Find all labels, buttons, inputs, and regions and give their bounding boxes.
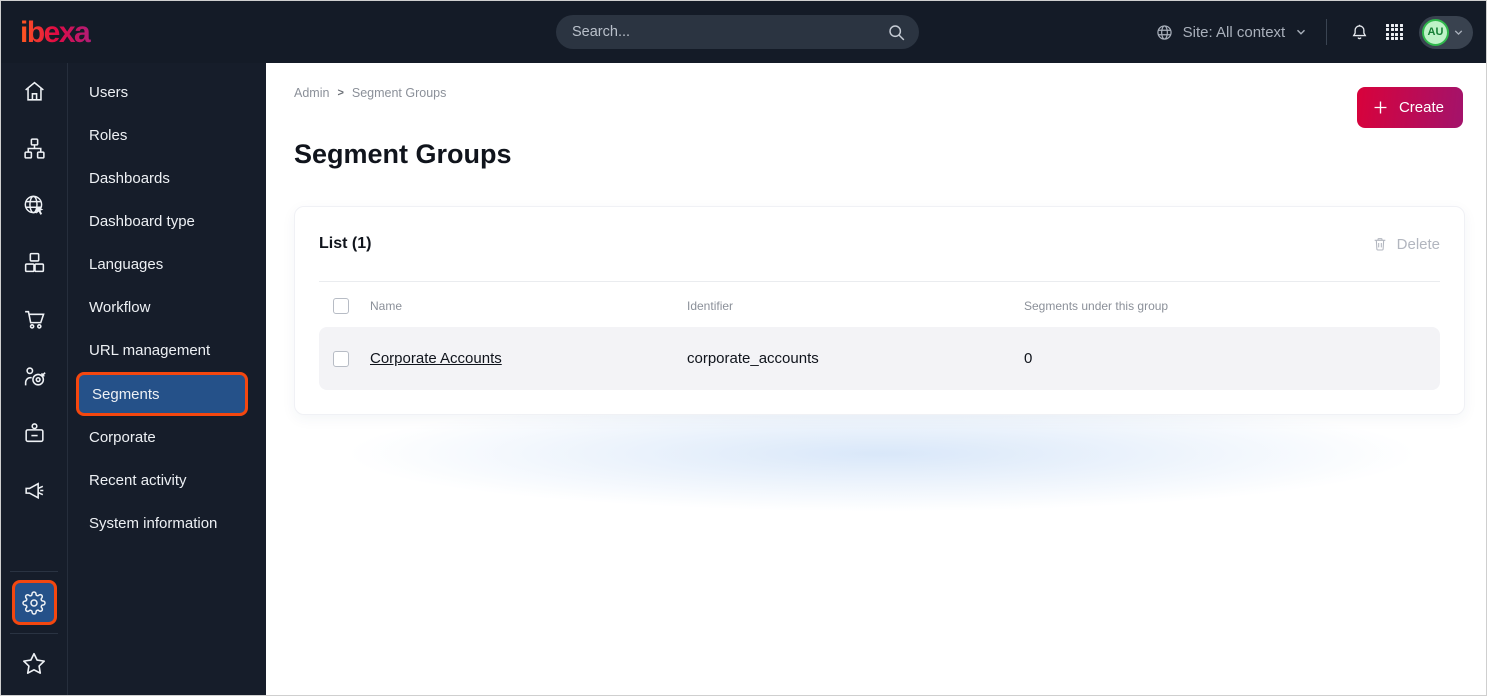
breadcrumb-admin[interactable]: Admin xyxy=(294,86,329,100)
menu-item-label: Languages xyxy=(89,256,164,273)
menu-item-label: Segments xyxy=(92,385,160,403)
topbar-divider xyxy=(1326,19,1328,45)
sidebar-item-content[interactable] xyxy=(1,120,67,177)
delete-button[interactable]: Delete xyxy=(1372,236,1440,253)
create-button[interactable]: Create xyxy=(1356,87,1463,128)
product-catalog-icon xyxy=(22,250,47,275)
sidebar-item-workflow[interactable]: Workflow xyxy=(68,286,266,329)
sidebar-item-personalization[interactable] xyxy=(1,348,67,405)
sidebar-item-customer-portal[interactable] xyxy=(1,405,67,462)
table-row: Corporate Accounts corporate_accounts 0 xyxy=(319,327,1440,390)
menu-item-label: Dashboards xyxy=(89,170,170,187)
search-input[interactable] xyxy=(556,15,919,49)
menu-item-label: Roles xyxy=(89,127,128,144)
topbar-right-controls: Site: All context AU xyxy=(1155,1,1473,63)
segment-groups-list-panel: List (1) Delete Name Identifier Segments… xyxy=(294,206,1465,415)
column-header-identifier: Identifier xyxy=(687,299,734,313)
site-context-selector[interactable]: Site: All context xyxy=(1155,23,1309,42)
ibexa-logo-icon: ibexa xyxy=(20,16,93,49)
content-structure-icon xyxy=(22,136,47,161)
sidebar-item-recent-activity[interactable]: Recent activity xyxy=(68,459,266,502)
sidebar-item-users[interactable]: Users xyxy=(68,71,266,114)
marketing-icon xyxy=(22,478,47,503)
settings-gear-icon xyxy=(22,590,46,615)
sidebar-item-languages[interactable]: Languages xyxy=(68,243,266,286)
sidebar-item-dashboards[interactable]: Dashboards xyxy=(68,157,266,200)
sidebar-item-segments-active[interactable]: Segments xyxy=(76,372,248,416)
admin-menu: Users Roles Dashboards Dashboard type La… xyxy=(68,63,266,695)
menu-item-label: Workflow xyxy=(89,299,151,316)
create-button-label: Create xyxy=(1398,99,1444,116)
menu-item-label: Recent activity xyxy=(89,472,187,489)
list-panel-header: List (1) Delete xyxy=(295,207,1464,281)
sidebar-item-corporate[interactable]: Corporate xyxy=(68,416,266,459)
sidebar-item-marketing[interactable] xyxy=(1,462,67,519)
menu-item-label: URL management xyxy=(89,342,211,359)
sidebar-item-bookmarks[interactable] xyxy=(21,641,47,687)
user-menu[interactable]: AU xyxy=(1419,15,1473,49)
notifications-bell-icon xyxy=(1349,22,1370,43)
icon-rail-bottom xyxy=(1,566,67,687)
rail-divider xyxy=(10,633,58,634)
chevron-down-icon xyxy=(1294,25,1308,39)
menu-item-label: Dashboard type xyxy=(89,213,195,230)
segment-group-name-link[interactable]: Corporate Accounts xyxy=(370,350,674,367)
personalization-icon xyxy=(22,364,47,389)
sidebar-item-system-information[interactable]: System information xyxy=(68,502,266,545)
breadcrumb-current: Segment Groups xyxy=(351,86,447,100)
sidebar-item-roles[interactable]: Roles xyxy=(68,114,266,157)
site-globe-icon xyxy=(1155,23,1174,42)
sidebar-item-dashboard[interactable] xyxy=(1,63,67,120)
row-checkbox[interactable] xyxy=(333,350,349,367)
site-management-icon xyxy=(22,193,47,218)
breadcrumb-separator: > xyxy=(337,87,344,99)
plus-icon xyxy=(1372,99,1389,116)
sidebar-item-url-management[interactable]: URL management xyxy=(68,329,266,372)
icon-rail xyxy=(1,63,68,695)
avatar: AU xyxy=(1422,18,1449,46)
segment-group-identifier: corporate_accounts xyxy=(687,350,819,367)
sidebar-item-site-management[interactable] xyxy=(1,177,67,234)
menu-item-label: Users xyxy=(89,84,129,101)
card-glow-decoration xyxy=(288,395,1476,535)
global-search xyxy=(556,15,919,49)
menu-item-label: Corporate xyxy=(89,429,156,446)
sidebar-item-admin-settings-active[interactable] xyxy=(11,580,57,625)
site-context-label: Site: All context xyxy=(1182,23,1286,41)
customer-portal-icon xyxy=(22,421,47,446)
commerce-cart-icon xyxy=(22,307,47,332)
home-icon xyxy=(22,79,47,104)
notifications-button[interactable] xyxy=(1341,22,1378,43)
main-content: Admin > Segment Groups Segment Groups Cr… xyxy=(266,63,1486,695)
bookmarks-star-icon xyxy=(21,651,47,677)
delete-button-label: Delete xyxy=(1396,235,1440,253)
list-title: List (1) xyxy=(319,235,372,252)
page-title: Segment Groups xyxy=(294,139,512,169)
apps-menu-button[interactable] xyxy=(1378,23,1411,41)
chevron-down-icon xyxy=(1452,26,1465,39)
column-header-segments-count: Segments under this group xyxy=(1024,299,1169,313)
top-bar: ibexa Site: All context xyxy=(1,1,1486,63)
ibexa-logo[interactable]: ibexa xyxy=(19,13,111,51)
sidebar-item-product-catalog[interactable] xyxy=(1,234,67,291)
select-all-checkbox[interactable] xyxy=(333,298,349,314)
sidebar-item-dashboard-type[interactable]: Dashboard type xyxy=(68,200,266,243)
rail-divider xyxy=(10,571,58,572)
sidebar-item-commerce[interactable] xyxy=(1,291,67,348)
segment-group-count: 0 xyxy=(1024,350,1033,367)
sidebar: Users Roles Dashboards Dashboard type La… xyxy=(1,63,266,695)
breadcrumb: Admin > Segment Groups xyxy=(294,86,446,100)
trash-icon xyxy=(1372,236,1388,252)
menu-item-label: System information xyxy=(89,515,218,532)
table-header-row: Name Identifier Segments under this grou… xyxy=(295,282,1464,327)
logo-text: ibexa xyxy=(20,16,91,49)
column-header-name: Name xyxy=(370,299,403,313)
app-window: ibexa Site: All context xyxy=(0,0,1487,696)
apps-grid-icon xyxy=(1386,23,1403,41)
